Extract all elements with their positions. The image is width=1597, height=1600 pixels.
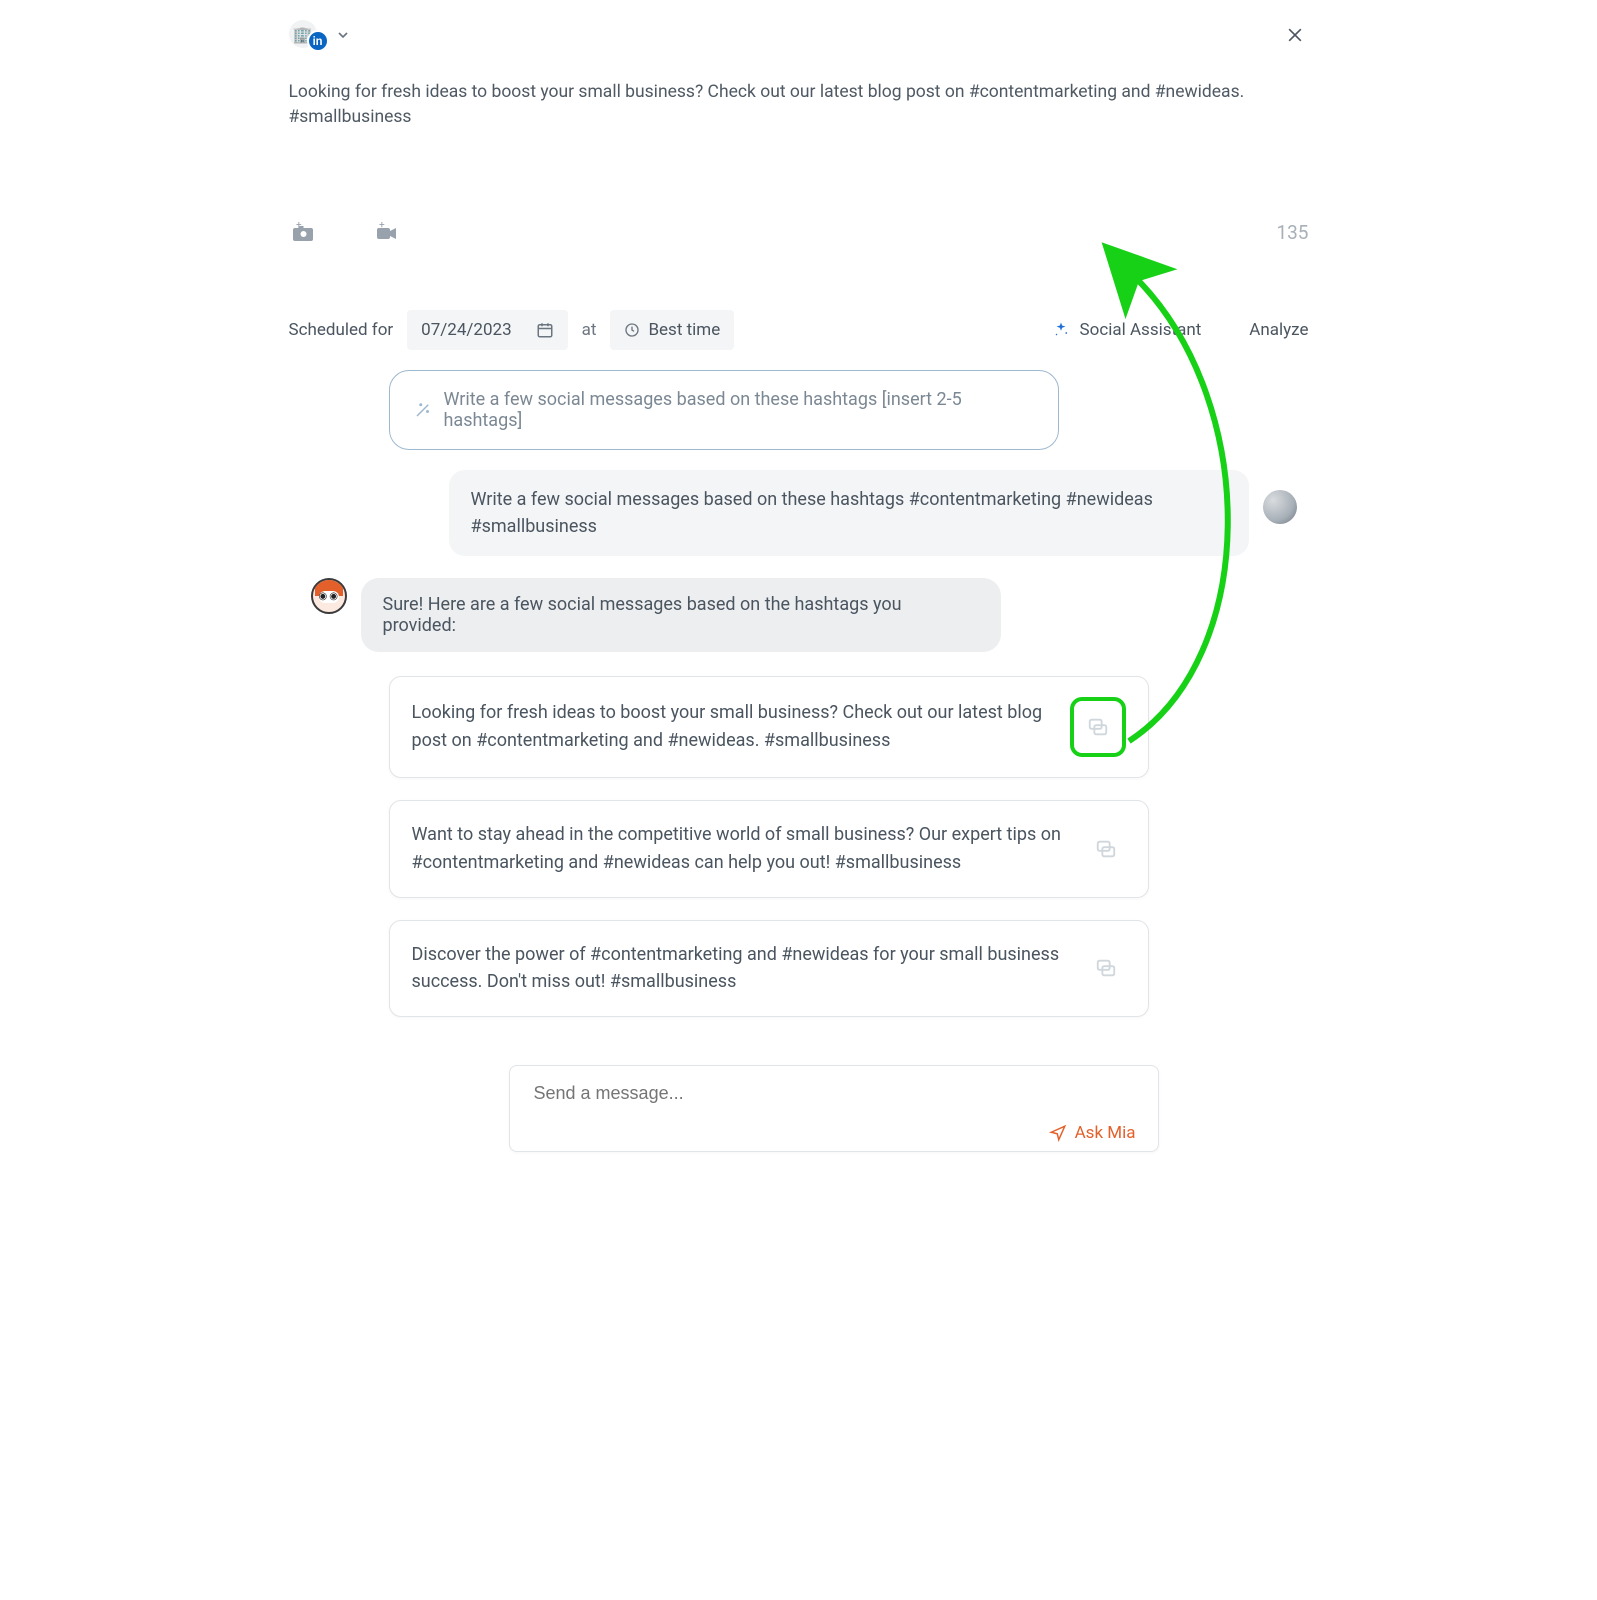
schedule-time-value: Best time <box>648 320 720 340</box>
schedule-date-picker[interactable]: 07/24/2023 <box>407 310 567 350</box>
analyze-link[interactable]: Analyze <box>1249 320 1308 340</box>
at-label: at <box>582 320 597 340</box>
prompt-suggestion-pill[interactable]: Write a few social messages based on the… <box>389 370 1059 450</box>
chat-bubbles-icon <box>1095 838 1117 860</box>
paper-plane-icon <box>1049 1124 1067 1142</box>
suggestion-text: Discover the power of #contentmarketing … <box>412 941 1068 997</box>
ask-mia-button[interactable]: Ask Mia <box>1049 1123 1136 1143</box>
schedule-date-value: 07/24/2023 <box>421 320 511 340</box>
add-photo-button[interactable]: + <box>289 221 317 245</box>
suggestion-text: Looking for fresh ideas to boost your sm… <box>412 699 1052 755</box>
use-suggestion-button[interactable] <box>1070 697 1126 757</box>
send-message-input[interactable] <box>532 1082 1136 1105</box>
character-count: 135 <box>1276 221 1308 244</box>
calendar-icon <box>536 321 554 339</box>
suggestion-card: Looking for fresh ideas to boost your sm… <box>389 676 1149 778</box>
add-video-button[interactable]: + <box>372 221 400 245</box>
send-message-box: Ask Mia <box>509 1065 1159 1152</box>
schedule-time-picker[interactable]: Best time <box>610 310 734 350</box>
clock-icon <box>624 322 640 338</box>
user-message: Write a few social messages based on the… <box>449 470 1249 556</box>
scheduled-for-label: Scheduled for <box>289 320 394 340</box>
account-selector[interactable]: 🏢 in <box>289 20 351 50</box>
assistant-avatar <box>311 578 347 614</box>
assistant-message: Sure! Here are a few social messages bas… <box>361 578 1001 652</box>
wand-icon <box>414 401 432 419</box>
assistant-chat: Write a few social messages based on the… <box>289 370 1309 1153</box>
social-assistant-link[interactable]: Social Assistant <box>1052 320 1202 340</box>
prompt-suggestion-text: Write a few social messages based on the… <box>444 389 1034 431</box>
chat-bubbles-icon <box>1095 957 1117 979</box>
svg-text:+: + <box>296 221 302 231</box>
suggestion-card: Want to stay ahead in the competitive wo… <box>389 800 1149 898</box>
close-button[interactable] <box>1281 21 1309 49</box>
svg-text:+: + <box>379 221 385 231</box>
use-suggestion-button[interactable] <box>1086 948 1126 988</box>
suggestion-card: Discover the power of #contentmarketing … <box>389 920 1149 1018</box>
linkedin-badge: in <box>307 30 329 52</box>
sparkle-icon <box>1052 321 1070 339</box>
suggestion-text: Want to stay ahead in the competitive wo… <box>412 821 1068 877</box>
chevron-down-icon <box>335 27 351 43</box>
composer-text[interactable]: Looking for fresh ideas to boost your sm… <box>289 80 1309 131</box>
chat-bubbles-icon <box>1087 716 1109 738</box>
user-avatar <box>1263 490 1297 524</box>
use-suggestion-button[interactable] <box>1086 829 1126 869</box>
